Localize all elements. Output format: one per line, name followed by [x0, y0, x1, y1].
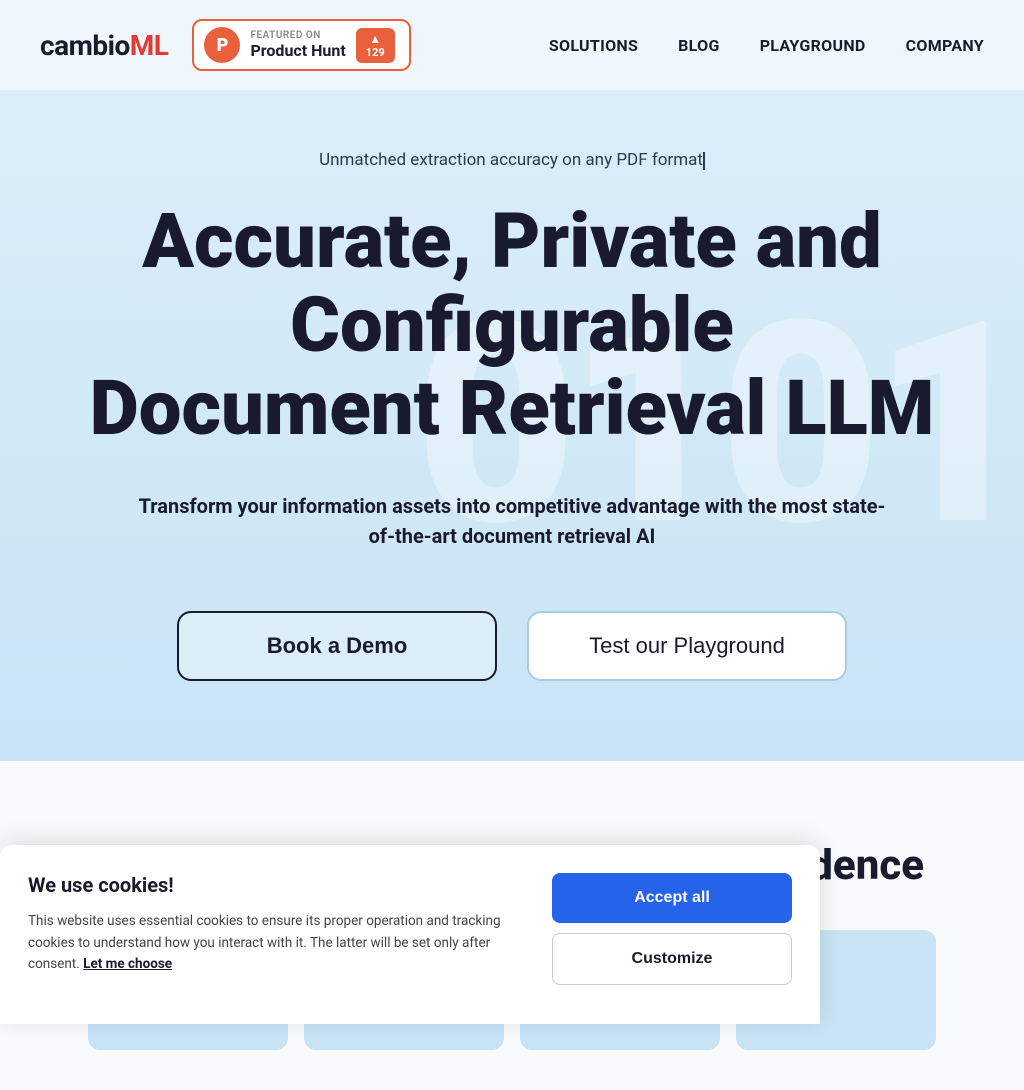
- nav-solutions[interactable]: SOLUTIONS: [549, 36, 638, 55]
- hero-section: 0101 Unmatched extraction accuracy on an…: [0, 90, 1024, 761]
- hero-subtitle: Unmatched extraction accuracy on any PDF…: [40, 150, 984, 170]
- logo-cambio: cambio: [40, 29, 130, 62]
- hero-content: Unmatched extraction accuracy on any PDF…: [40, 150, 984, 681]
- hero-title: Accurate, Private and Configurable Docum…: [40, 200, 984, 451]
- hero-subtitle-text: Unmatched extraction accuracy on any PDF…: [319, 150, 703, 170]
- nav-blog[interactable]: BLOG: [678, 36, 720, 55]
- hero-buttons: Book a Demo Test our Playground: [40, 611, 984, 681]
- nav-playground[interactable]: PLAYGROUND: [760, 36, 866, 55]
- ph-icon-letter: P: [217, 35, 229, 56]
- cookie-accept-button[interactable]: Accept all: [552, 873, 792, 923]
- hero-title-line1: Accurate, Private and Configurable: [142, 196, 881, 370]
- cookie-text: This website uses essential cookies to e…: [28, 911, 522, 976]
- cookie-customize-button[interactable]: Customize: [552, 933, 792, 985]
- cursor-blink: [703, 152, 705, 170]
- cookie-content: We use cookies! This website uses essent…: [28, 873, 792, 996]
- ph-text-block: FEATURED ON Product Hunt: [250, 30, 345, 60]
- ph-featured-label: FEATURED ON: [250, 30, 345, 41]
- ph-name: Product Hunt: [250, 41, 345, 60]
- nav-company[interactable]: COMPANY: [906, 36, 984, 55]
- ph-upvote-count: 129: [366, 46, 385, 59]
- product-hunt-badge[interactable]: P FEATURED ON Product Hunt ▲ 129: [192, 19, 410, 71]
- book-demo-button[interactable]: Book a Demo: [177, 611, 497, 681]
- hero-description: Transform your information assets into c…: [132, 491, 892, 551]
- cookie-left: We use cookies! This website uses essent…: [28, 873, 552, 996]
- test-playground-button[interactable]: Test our Playground: [527, 611, 847, 681]
- ph-upvote[interactable]: ▲ 129: [356, 28, 395, 63]
- logo-text: cambioML: [40, 29, 168, 62]
- logo[interactable]: cambioML: [40, 29, 168, 62]
- navbar: cambioML P FEATURED ON Product Hunt ▲ 12…: [0, 0, 1024, 90]
- cookie-title: We use cookies!: [28, 873, 522, 897]
- logo-ml: ML: [130, 29, 169, 62]
- cookie-let-me-choose-link[interactable]: Let me choose: [83, 956, 172, 972]
- cookie-right: Accept all Customize: [552, 873, 792, 985]
- cookie-banner: We use cookies! This website uses essent…: [0, 845, 820, 1024]
- nav-links: SOLUTIONS BLOG PLAYGROUND COMPANY: [549, 36, 984, 55]
- hero-title-line2: Document Retrieval LLM: [90, 363, 935, 453]
- ph-arrow-icon: ▲: [369, 32, 381, 46]
- cookie-overlay: We use cookies! This website uses essent…: [0, 845, 1024, 1024]
- product-hunt-icon: P: [204, 27, 240, 63]
